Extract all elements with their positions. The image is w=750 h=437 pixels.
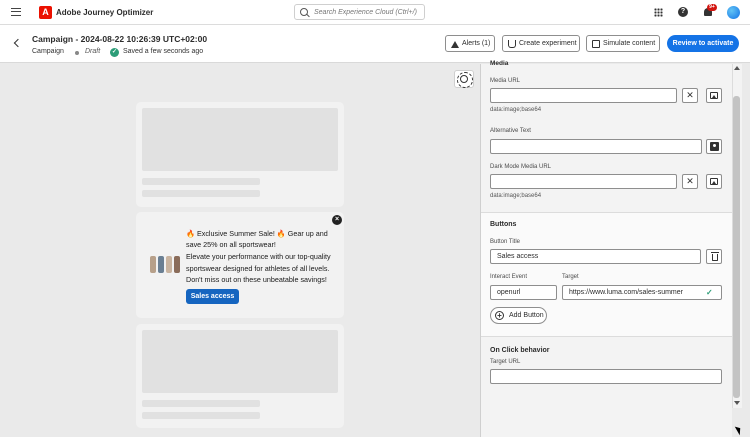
message-thumbnail-image: [150, 256, 180, 273]
app-name[interactable]: Adobe Journey Optimizer: [56, 8, 153, 17]
notification-badge: 9+: [707, 4, 717, 11]
dark-media-label: Dark Mode Media URL: [490, 164, 552, 170]
placeholder-card-top: [136, 102, 344, 207]
interact-event-label: Interact Event: [490, 274, 528, 280]
page-title: Campaign - 2024-08-22 10:26:39 UTC+02:00: [32, 34, 208, 44]
simulate-icon: [592, 39, 600, 48]
image-picker-icon[interactable]: [706, 88, 722, 103]
campaign-header: Campaign - 2024-08-22 10:26:39 UTC+02:00…: [0, 25, 750, 63]
buttons-section-title: Buttons: [490, 221, 517, 228]
target-url-label: Target URL: [490, 359, 521, 365]
adobe-logo[interactable]: A: [39, 6, 52, 19]
close-icon[interactable]: ×: [332, 215, 342, 225]
sun-icon: [457, 72, 473, 88]
scroll-up-icon[interactable]: [734, 66, 740, 70]
interact-event-input[interactable]: openurl: [490, 285, 557, 300]
clear-icon[interactable]: ✕: [682, 88, 698, 103]
alert-icon: [451, 40, 459, 48]
message-cta-button[interactable]: Sales access: [186, 289, 239, 304]
simulate-content-button[interactable]: Simulate content: [586, 35, 660, 52]
plus-circle-icon: +: [495, 310, 504, 320]
media-url-input[interactable]: [490, 88, 677, 103]
search-icon: [300, 8, 308, 16]
add-button-button[interactable]: + Add Button: [490, 307, 547, 324]
alt-text-input[interactable]: [490, 139, 702, 154]
message-title: 🔥 Exclusive Summer Sale! 🔥 Gear up and s…: [186, 229, 328, 249]
alerts-button[interactable]: Alerts (1): [445, 35, 495, 52]
theme-toggle-button[interactable]: [454, 70, 474, 88]
alt-text-label: Alternative Text: [490, 128, 531, 134]
dark-media-input[interactable]: [490, 174, 677, 189]
target-url-input[interactable]: [490, 369, 722, 384]
top-bar: A Adobe Journey Optimizer Search Experie…: [0, 0, 750, 25]
media-url-label: Media URL: [490, 78, 521, 84]
checkmark-icon: ✓: [706, 288, 713, 297]
status-dot-icon: [75, 51, 79, 55]
create-experiment-button[interactable]: Create experiment: [502, 35, 580, 52]
help-icon[interactable]: ?: [678, 7, 688, 17]
breadcrumb[interactable]: Campaign: [32, 48, 64, 55]
hamburger-icon[interactable]: [11, 8, 21, 16]
on-click-section-title: On Click behavior: [490, 347, 550, 354]
placeholder-card-bottom: [136, 324, 344, 428]
dark-media-help: data:image;base64: [490, 193, 542, 199]
checkmark-circle-icon: ✓: [110, 47, 119, 57]
target-input[interactable]: https://www.luma.com/sales-summer: [562, 285, 722, 300]
clear-icon[interactable]: ✕: [682, 174, 698, 189]
apps-grid-icon[interactable]: [654, 8, 663, 17]
scroll-down-icon[interactable]: [734, 401, 740, 405]
back-arrow-icon[interactable]: [13, 38, 23, 48]
scroll-thumb[interactable]: [733, 96, 740, 398]
media-section-title: Media: [490, 60, 509, 67]
personalize-icon[interactable]: [706, 139, 722, 154]
search-placeholder: Search Experience Cloud (Ctrl+/): [314, 8, 417, 16]
avatar[interactable]: [727, 6, 740, 19]
trash-icon[interactable]: [706, 249, 722, 264]
status-badge: Draft: [85, 48, 101, 55]
media-url-help: data:image;base64: [490, 107, 542, 113]
review-to-activate-button[interactable]: Review to activate: [667, 35, 739, 52]
saved-status: Saved a few seconds ago: [123, 48, 204, 55]
button-title-label: Button Title: [490, 239, 521, 245]
target-label: Target: [562, 274, 579, 280]
image-picker-icon[interactable]: [706, 174, 722, 189]
button-title-input[interactable]: Sales access: [490, 249, 701, 264]
message-body: Elevate your performance with our top-qu…: [186, 252, 331, 284]
mouse-cursor-icon: [734, 424, 744, 436]
search-input[interactable]: Search Experience Cloud (Ctrl+/): [294, 4, 425, 20]
flask-icon: [508, 39, 516, 48]
